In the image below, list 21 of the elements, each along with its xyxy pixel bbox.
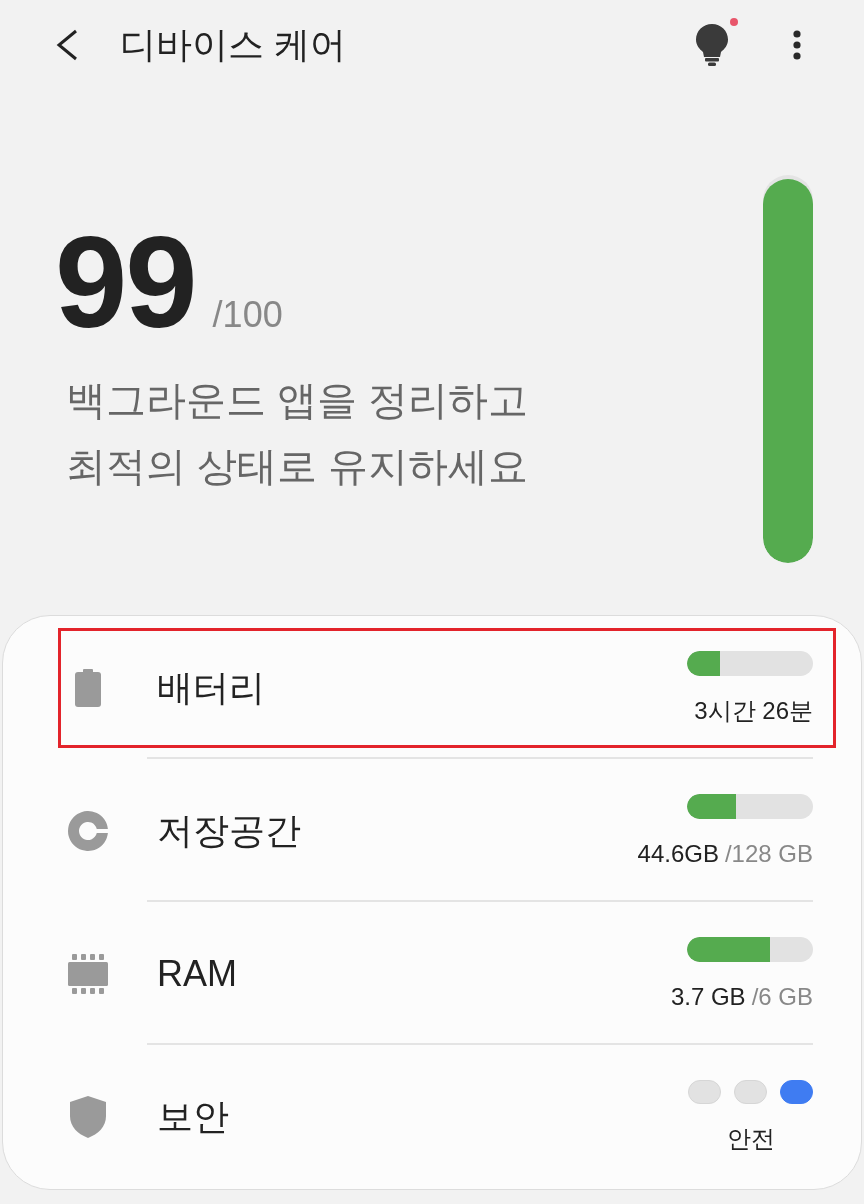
usage-text: 3.7 GB [670, 981, 746, 1012]
category-label[interactable]: 보안 [157, 1095, 229, 1139]
shield-icon [70, 1096, 106, 1138]
capacity-text: /6 GB [751, 981, 813, 1012]
capacity-text: /128 GB [724, 838, 813, 869]
page-title: 디바이스 케어 [120, 23, 346, 67]
category-label[interactable]: RAM [157, 952, 237, 996]
category-label[interactable]: 배터리 [157, 666, 265, 710]
status-message: 백그라운드 앱을 정리하고 최적의 상태로 유지하세요 [66, 377, 529, 490]
usage-text: 3시간 26분 [694, 695, 813, 726]
category-label[interactable]: 저장공간 [157, 809, 301, 853]
score-max: /100 [212, 294, 283, 336]
status-text: 안전 [726, 1124, 775, 1154]
more-options-icon[interactable] [793, 30, 801, 60]
pie-chart-icon [68, 811, 108, 851]
back-icon[interactable] [55, 29, 79, 61]
lightbulb-icon[interactable] [696, 24, 728, 66]
chip-icon [68, 954, 108, 994]
score-value: 99 [55, 232, 196, 332]
battery-icon [75, 669, 101, 707]
usage-text: 44.6GB [637, 838, 719, 869]
